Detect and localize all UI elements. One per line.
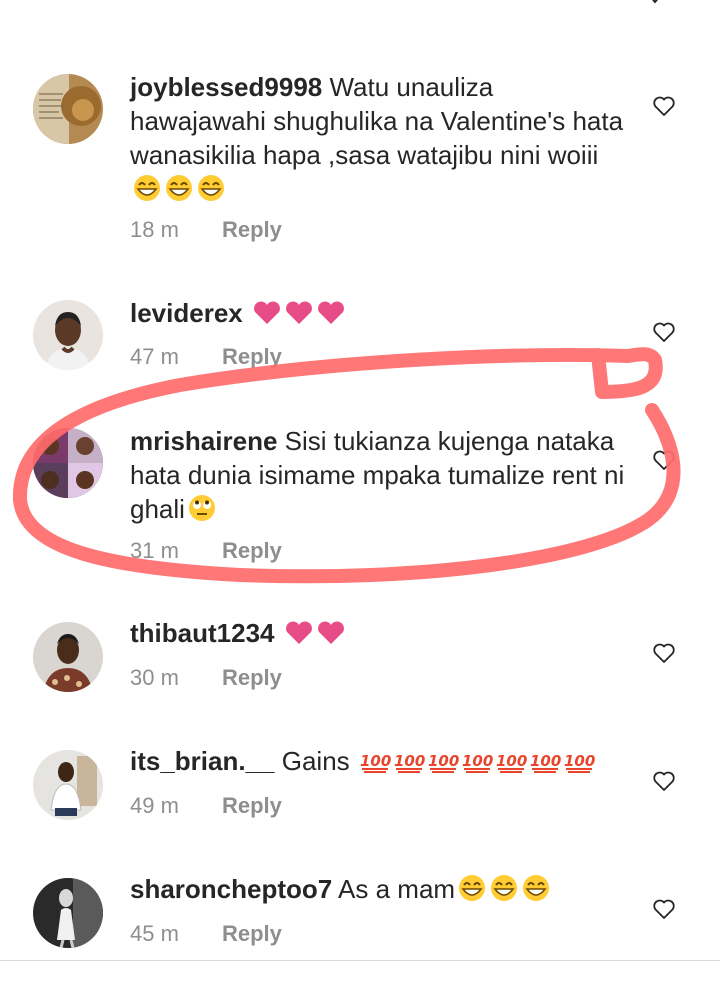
comment-text: joyblessed9998 Watu unauliza hawajawahi …: [130, 70, 630, 210]
comment-timestamp: 47 m: [130, 344, 179, 369]
grin-emoji: [457, 874, 487, 910]
svg-text:100: 100: [462, 752, 493, 770]
reply-button[interactable]: Reply: [222, 217, 282, 242]
avatar[interactable]: [33, 428, 103, 498]
heart-icon[interactable]: [652, 449, 676, 471]
comment-text: thibaut1234: [130, 616, 630, 654]
avatar[interactable]: [33, 74, 103, 144]
pink-heart-emoji: [284, 620, 314, 654]
comment-meta: 49 m Reply: [130, 793, 282, 819]
reply-button[interactable]: Reply: [222, 344, 282, 369]
grin-emoji: [196, 174, 226, 210]
heart-icon[interactable]: [652, 898, 676, 920]
comment-message: [275, 618, 282, 648]
comment-username[interactable]: thibaut1234: [130, 618, 275, 648]
comment-timestamp: 49 m: [130, 793, 179, 818]
grin-emoji: [489, 874, 519, 910]
comment-username[interactable]: leviderex: [130, 298, 243, 328]
comment-timestamp: 45 m: [130, 921, 179, 946]
comment-timestamp: 18 m: [130, 217, 179, 242]
pink-heart-emoji: [252, 300, 282, 334]
pink-heart-emoji: [316, 300, 346, 334]
heart-icon[interactable]: [652, 95, 676, 117]
comment-meta: 47 m Reply: [130, 344, 282, 370]
svg-text:100: 100: [394, 752, 425, 770]
comment-username[interactable]: mrishairene: [130, 426, 277, 456]
comment-username[interactable]: joyblessed9998: [130, 72, 322, 102]
heart-icon[interactable]: [652, 642, 676, 664]
pink-heart-emoji: [284, 300, 314, 334]
comment-timestamp: 30 m: [130, 665, 179, 690]
hundred-emoji: 100: [393, 748, 425, 782]
divider: [0, 960, 720, 961]
svg-text:100: 100: [564, 752, 595, 770]
avatar[interactable]: [33, 750, 103, 820]
comment-message: As a mam: [332, 874, 456, 904]
svg-text:100: 100: [428, 752, 459, 770]
hundred-emoji: 100: [529, 748, 561, 782]
heart-icon[interactable]: [652, 770, 676, 792]
grin-emoji: [521, 874, 551, 910]
hundred-emoji: 100: [359, 748, 391, 782]
hundred-emoji: 100: [427, 748, 459, 782]
comment-message: [243, 298, 250, 328]
chevron-down-icon[interactable]: [648, 0, 662, 8]
hundred-emoji: 100: [461, 748, 493, 782]
avatar[interactable]: [33, 622, 103, 692]
comment-meta: 18 m Reply: [130, 217, 282, 243]
reply-button[interactable]: Reply: [222, 793, 282, 818]
eye-roll-emoji: [187, 494, 217, 530]
avatar[interactable]: [33, 878, 103, 948]
hundred-emoji: 100: [563, 748, 595, 782]
comment-meta: 31 m Reply: [130, 538, 282, 564]
comment-text: leviderex: [130, 296, 630, 334]
reply-button[interactable]: Reply: [222, 921, 282, 946]
svg-text:100: 100: [360, 752, 391, 770]
comment-text: mrishairene Sisi tukianza kujenga nataka…: [130, 424, 630, 530]
comment-message: Gains: [274, 746, 357, 776]
comment-username[interactable]: sharoncheptoo7: [130, 874, 332, 904]
avatar[interactable]: [33, 300, 103, 370]
grin-emoji: [132, 174, 162, 210]
comment-timestamp: 31 m: [130, 538, 179, 563]
grin-emoji: [164, 174, 194, 210]
hundred-emoji: 100: [495, 748, 527, 782]
comment-username[interactable]: its_brian.__: [130, 746, 275, 776]
comment-meta: 30 m Reply: [130, 665, 282, 691]
svg-text:100: 100: [530, 752, 561, 770]
comment-meta: 45 m Reply: [130, 921, 282, 947]
heart-icon[interactable]: [652, 321, 676, 343]
svg-text:100: 100: [496, 752, 527, 770]
reply-button[interactable]: Reply: [222, 538, 282, 563]
reply-button[interactable]: Reply: [222, 665, 282, 690]
comment-text: sharoncheptoo7 As a mam: [130, 872, 630, 910]
comment-text: its_brian.__ Gains 100 100 100 100 100 100 100: [130, 744, 630, 782]
pink-heart-emoji: [316, 620, 346, 654]
